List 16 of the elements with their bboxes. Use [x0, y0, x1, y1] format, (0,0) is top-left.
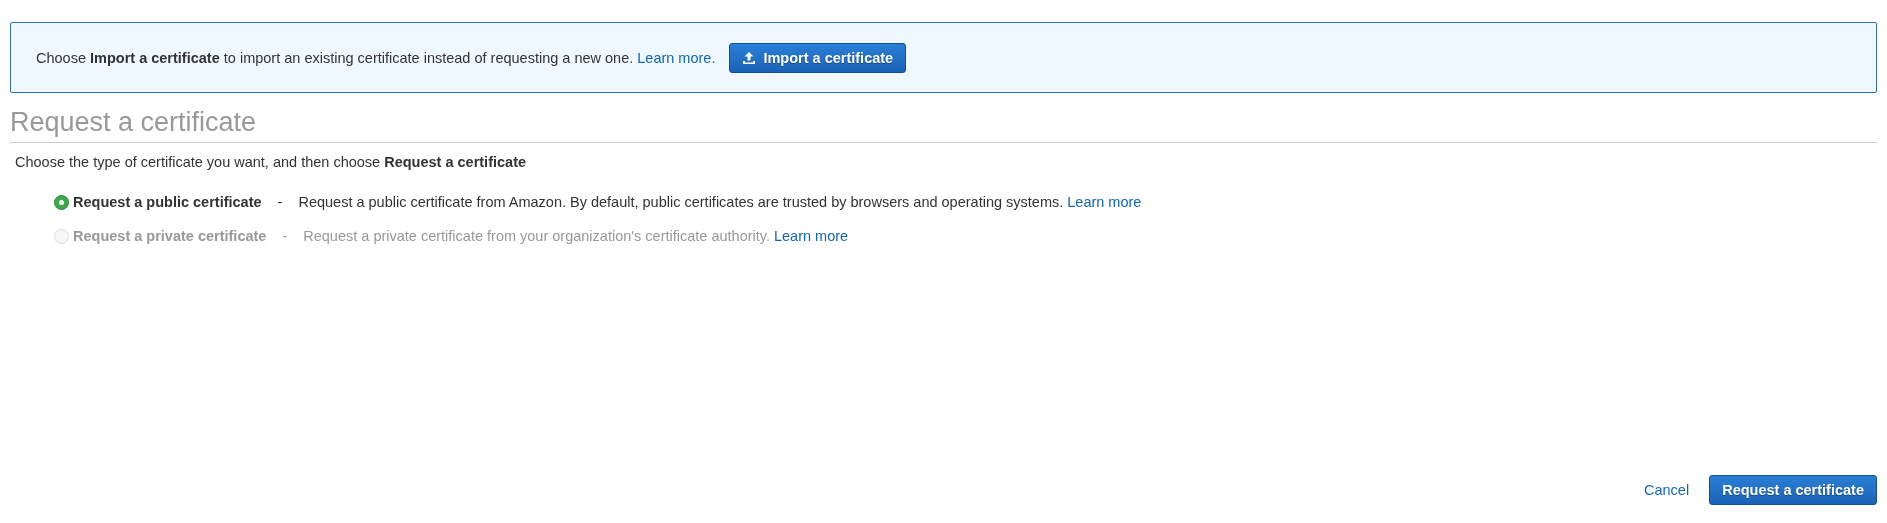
learn-more-link[interactable]: Learn more. — [637, 49, 716, 66]
request-button[interactable]: Request a certificate — [1709, 475, 1877, 505]
option-label: Request a public certificate — [73, 194, 262, 210]
cancel-link[interactable]: Cancel — [1644, 482, 1690, 498]
learn-more-link[interactable]: Learn more — [1067, 194, 1142, 210]
banner-message: Choose Import a certificate to import an existing certificate instead of requesting a new one. — [36, 49, 634, 66]
separator-dash: - — [282, 228, 288, 244]
import-button[interactable]: Import a certificate — [729, 42, 907, 73]
upload-icon — [742, 50, 757, 65]
separator-dash: - — [277, 194, 283, 210]
instruction-text: Choose the type of certificate you want, and then choose Request a certificate — [15, 154, 528, 170]
option-description: Request a public certificate from Amazon. By default, public certificates are trusted by browsers and operating systems. — [298, 194, 1064, 210]
option-description: Request a private certificate from your organization's certificate authority. — [303, 228, 770, 244]
page-heading: Request a certificate — [10, 107, 1877, 143]
option-label: Request a private certificate — [73, 228, 267, 244]
radio-button[interactable] — [54, 194, 69, 210]
